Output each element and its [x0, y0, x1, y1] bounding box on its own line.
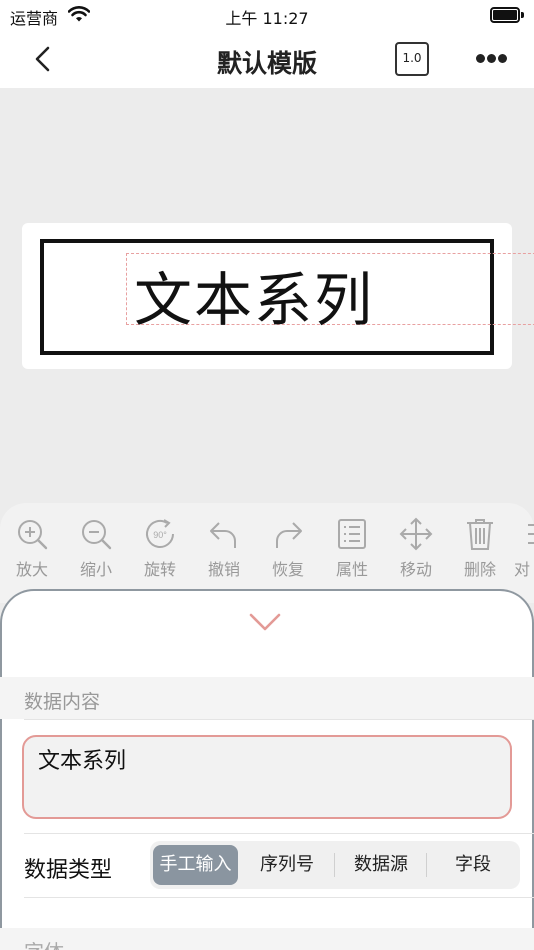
divider [24, 833, 534, 834]
segment-field[interactable]: 字段 [428, 845, 518, 885]
segment-separator [334, 853, 335, 877]
nav-bar: 默认模版 1.0 [0, 30, 534, 88]
data-content-section-header: 数据内容 [0, 677, 534, 719]
move-icon [399, 517, 433, 551]
align-button[interactable]: 对 [514, 517, 534, 579]
segment-separator [426, 853, 427, 877]
edit-toolbar: 放大 缩小 90° 旋转 撤销 恢复 属性 移动 删除 对 [0, 503, 534, 603]
tool-label: 撤销 [207, 560, 240, 579]
redo-button[interactable]: 恢复 [258, 517, 318, 579]
zoom-in-button[interactable]: 放大 [2, 517, 62, 579]
dot-icon [487, 54, 496, 63]
data-type-segmented-control: 手工输入 序列号 数据源 字段 [150, 841, 520, 889]
segment-manual-input[interactable]: 手工输入 [153, 845, 238, 885]
chevron-down-icon [249, 613, 281, 631]
delete-button[interactable]: 删除 [450, 517, 510, 579]
content-value: 文本系列 [38, 749, 127, 774]
tool-label: 移动 [399, 560, 432, 579]
scale-button[interactable]: 1.0 [395, 42, 431, 76]
tool-label: 缩小 [79, 560, 112, 579]
segment-data-source[interactable]: 数据源 [336, 845, 426, 885]
status-bar: 运营商 上午 11:27 [0, 0, 534, 30]
font-section-header: 字体 [0, 928, 534, 950]
properties-button[interactable]: 属性 [322, 517, 382, 579]
align-icon [528, 524, 534, 544]
page-title: 默认模版 [216, 49, 317, 78]
zoom-out-button[interactable]: 缩小 [66, 517, 126, 579]
clock: 上午 11:27 [225, 9, 309, 28]
undo-icon [210, 522, 236, 548]
dot-icon [498, 54, 507, 63]
content-text-field[interactable]: 文本系列 [22, 735, 512, 819]
svg-text:90°: 90° [153, 530, 167, 540]
undo-button[interactable]: 撤销 [194, 517, 254, 579]
scale-value: 1.0 [402, 51, 422, 65]
tool-label: 放大 [15, 560, 48, 579]
collapse-button[interactable] [247, 611, 283, 633]
move-button[interactable]: 移动 [386, 517, 446, 579]
label-preview: 文本系列 [22, 223, 534, 369]
tool-label: 旋转 [143, 560, 176, 579]
label-text-element[interactable]: 文本系列 [134, 253, 374, 337]
rotate-button[interactable]: 90° 旋转 [130, 517, 190, 579]
more-button[interactable] [472, 48, 512, 70]
redo-icon [276, 522, 302, 548]
divider [24, 897, 534, 898]
zoom-in-icon [18, 520, 48, 550]
font-section-title: 字体 [24, 936, 64, 950]
properties-icon [338, 519, 366, 549]
label-canvas[interactable]: 文本系列 [0, 88, 534, 508]
data-type-label: 数据类型 [24, 858, 113, 883]
tool-label: 属性 [335, 560, 368, 579]
battery-icon [490, 7, 524, 23]
tool-label: 对 [514, 560, 531, 579]
rotate-icon: 90° [146, 519, 174, 548]
divider [24, 719, 534, 720]
tool-label: 恢复 [271, 560, 304, 579]
zoom-out-icon [82, 520, 112, 550]
section-title: 数据内容 [24, 691, 101, 713]
tool-label: 删除 [463, 560, 496, 579]
delete-icon [467, 519, 493, 550]
dot-icon [476, 54, 485, 63]
segment-serial-number[interactable]: 序列号 [242, 845, 332, 885]
